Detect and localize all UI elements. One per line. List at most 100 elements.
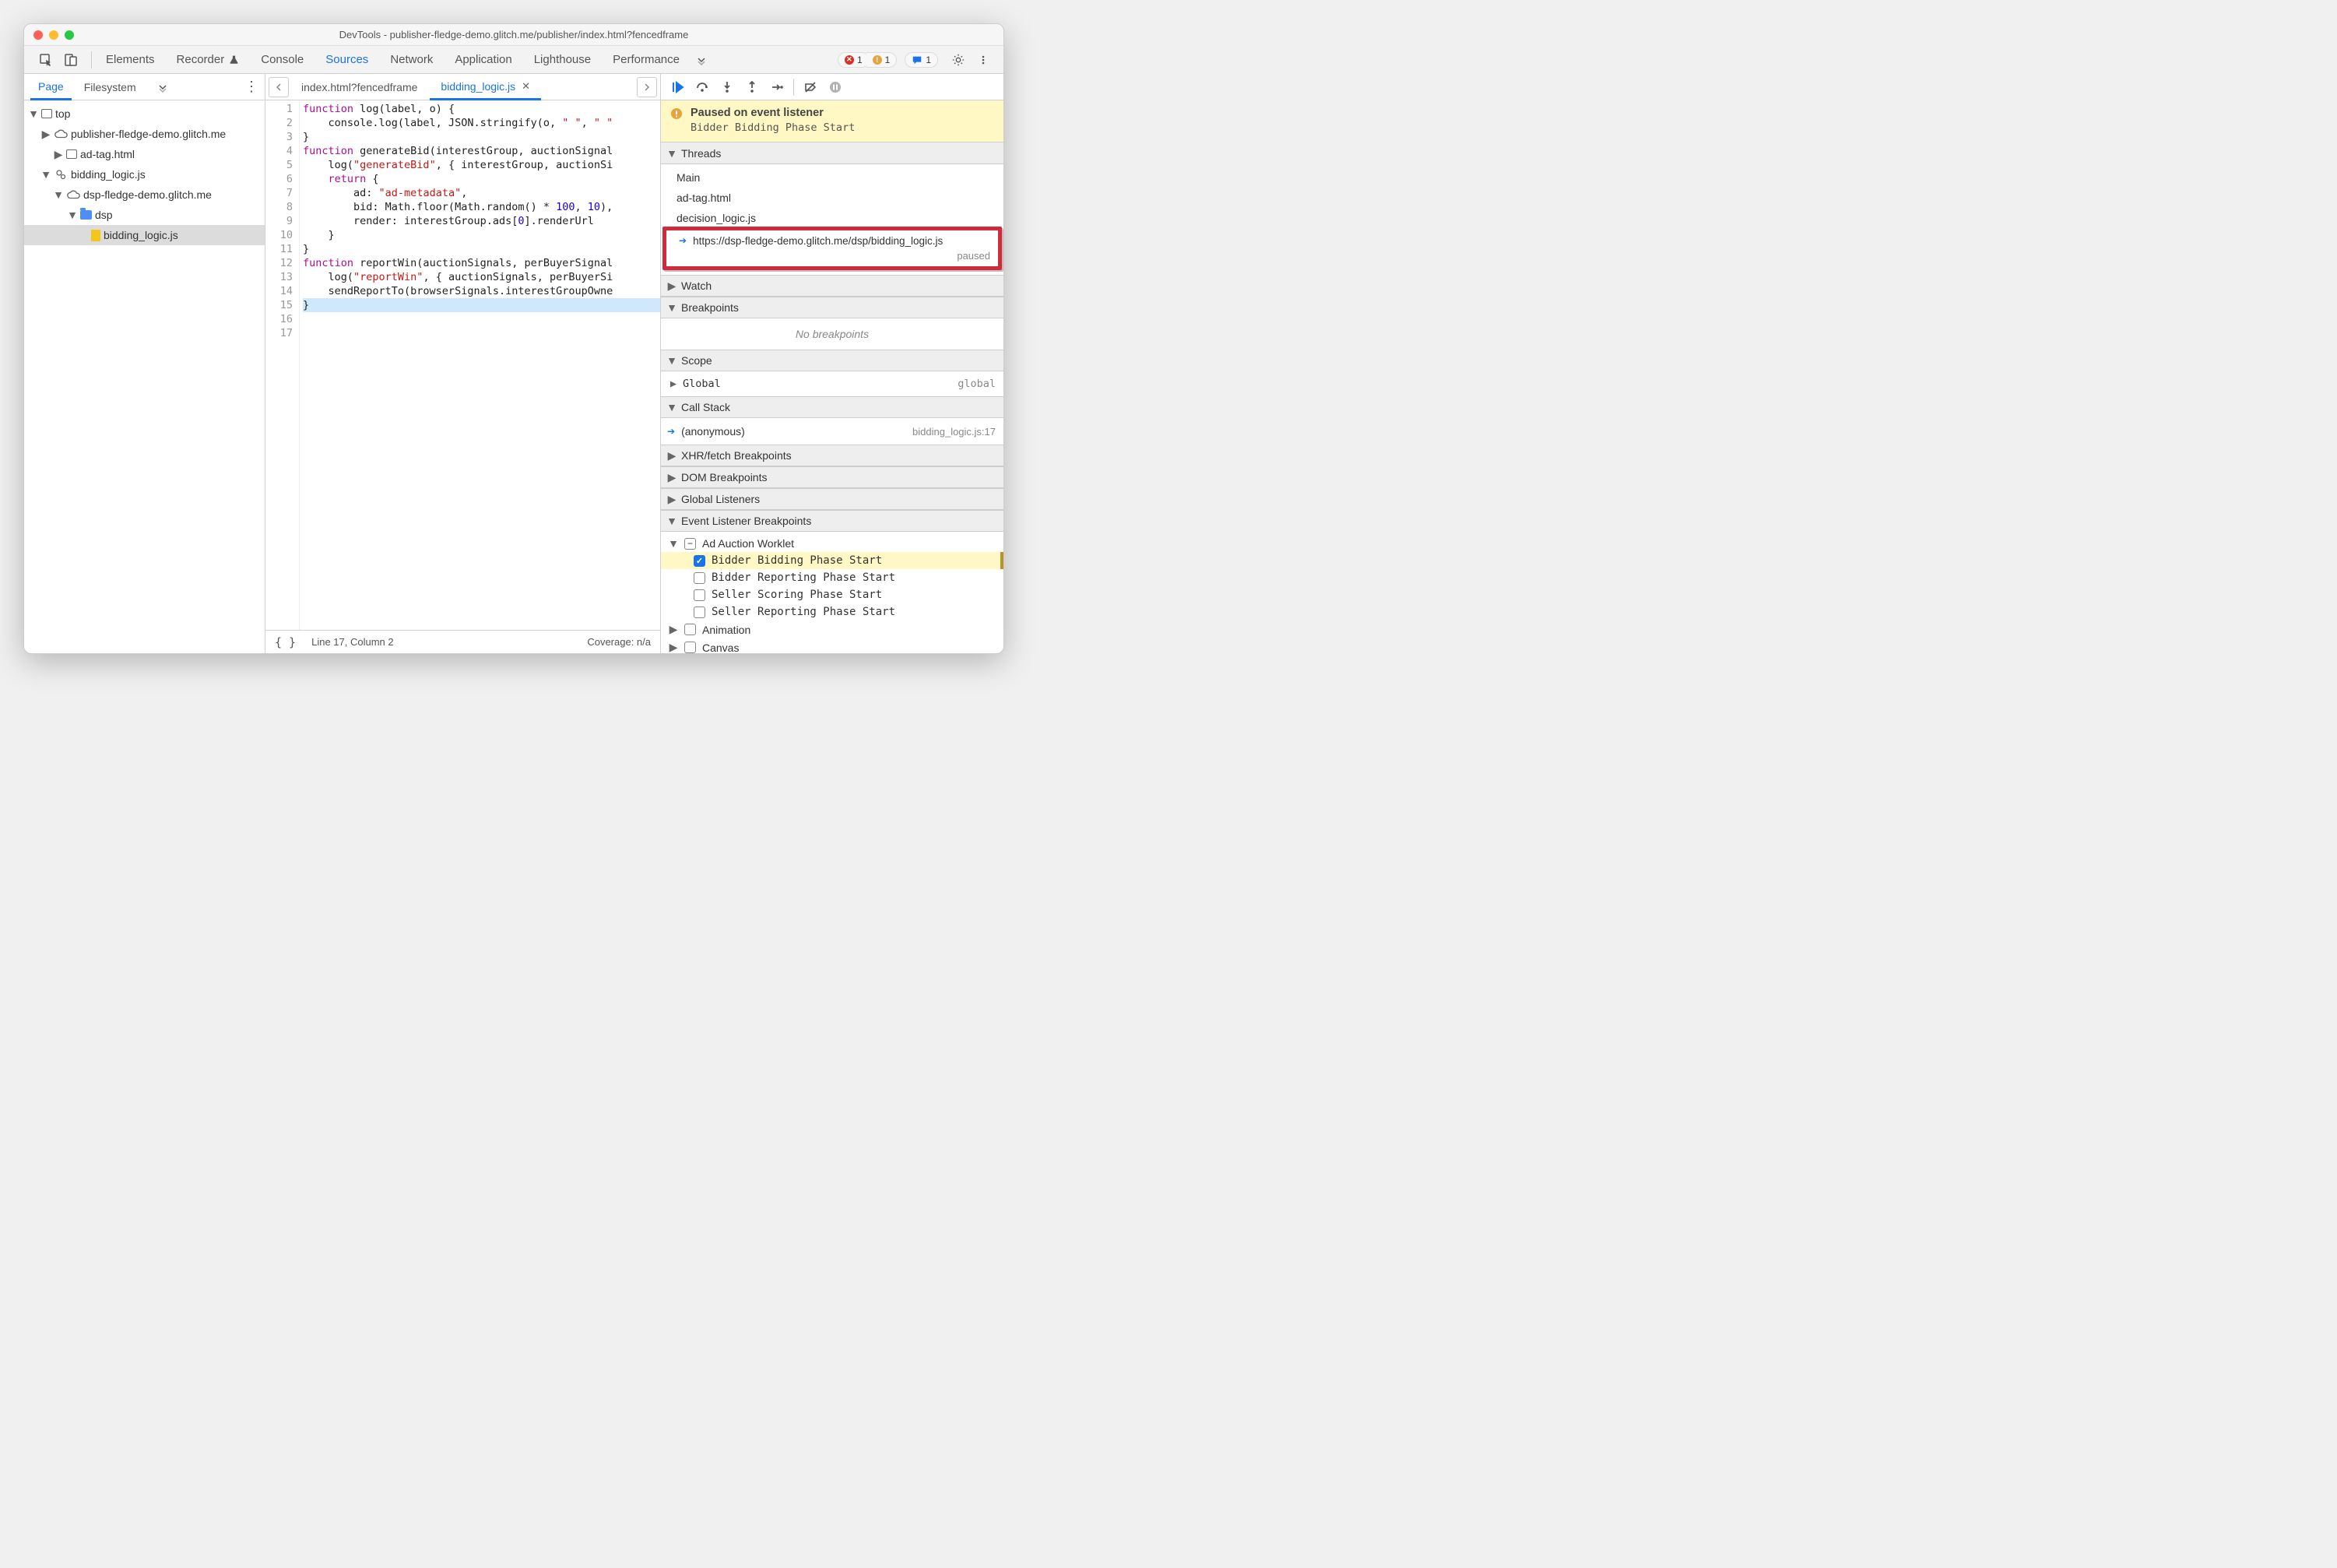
el-category-animation[interactable]: ▶ Animation (661, 621, 1003, 638)
tree-origin-dsp[interactable]: ▼ dsp-fledge-demo.glitch.me (24, 185, 265, 205)
step-over-button[interactable] (691, 76, 714, 98)
js-file-icon (91, 230, 100, 241)
editor-tab-bidding-logic[interactable]: bidding_logic.js ✕ (430, 75, 541, 100)
errors-badge[interactable]: ✕1 (838, 52, 870, 68)
editor-tabs: index.html?fencedframe bidding_logic.js … (265, 74, 660, 100)
checkbox-indeterminate[interactable]: − (684, 538, 696, 550)
section-watch[interactable]: ▶Watch (661, 275, 1003, 297)
navigator-tabs: Page Filesystem ⋮ (24, 74, 265, 100)
tab-network[interactable]: Network (379, 46, 444, 73)
tree-worklet[interactable]: ▼ bidding_logic.js (24, 164, 265, 185)
issues-badge[interactable]: 1 (905, 52, 938, 68)
tab-recorder[interactable]: Recorder (166, 46, 251, 73)
warning-icon (670, 107, 683, 134)
thread-decision-logic[interactable]: decision_logic.js (661, 208, 1003, 228)
tree-frame-top[interactable]: ▼ top (24, 104, 265, 124)
checkbox-checked[interactable]: ✓ (694, 555, 705, 567)
thread-main[interactable]: Main (661, 167, 1003, 188)
coverage-status: Coverage: n/a (587, 636, 651, 648)
frame-icon (41, 109, 52, 118)
paused-subtitle: Bidder Bidding Phase Start (691, 121, 855, 134)
thread-status: paused (679, 250, 990, 262)
deactivate-breakpoints-button[interactable] (799, 76, 822, 98)
tree-file-bidding-logic[interactable]: bidding_logic.js (24, 225, 265, 245)
el-item-bidder-reporting-start[interactable]: Bidder Reporting Phase Start (661, 569, 1003, 586)
el-item-bidder-bidding-start[interactable]: ✓ Bidder Bidding Phase Start (661, 552, 1003, 569)
navigator-menu-icon[interactable]: ⋮ (244, 79, 258, 95)
thread-url: https://dsp-fledge-demo.glitch.me/dsp/bi… (693, 235, 943, 247)
section-dom-breakpoints[interactable]: ▶DOM Breakpoints (661, 466, 1003, 488)
more-tabs-icon[interactable] (691, 49, 712, 71)
thread-adtag[interactable]: ad-tag.html (661, 188, 1003, 208)
navigator-more-icon[interactable] (152, 76, 174, 98)
flask-icon (229, 54, 239, 65)
close-window-button[interactable] (33, 30, 43, 40)
thread-selected[interactable]: ➔ https://dsp-fledge-demo.glitch.me/dsp/… (662, 227, 1002, 270)
paused-title: Paused on event listener (691, 107, 855, 119)
section-callstack[interactable]: ▼Call Stack (661, 396, 1003, 418)
current-thread-arrow-icon: ➔ (679, 235, 687, 246)
inspect-element-icon[interactable] (35, 49, 57, 71)
tab-console[interactable]: Console (250, 46, 315, 73)
tab-application[interactable]: Application (444, 46, 522, 73)
el-item-seller-scoring-start[interactable]: Seller Scoring Phase Start (661, 586, 1003, 603)
step-into-button[interactable] (715, 76, 739, 98)
step-button[interactable] (765, 76, 789, 98)
line-gutter: 1234567891011121314151617 (265, 100, 300, 630)
device-toolbar-icon[interactable] (60, 49, 82, 71)
checkbox-unchecked[interactable] (694, 606, 705, 618)
debugger-toolbar (661, 74, 1003, 100)
minimize-window-button[interactable] (49, 30, 58, 40)
gears-icon (54, 167, 68, 181)
tab-elements[interactable]: Elements (95, 46, 166, 73)
threads-list: Main ad-tag.html decision_logic.js ➔ htt… (661, 164, 1003, 275)
tree-folder-dsp[interactable]: ▼ dsp (24, 205, 265, 225)
section-global-listeners[interactable]: ▶Global Listeners (661, 488, 1003, 510)
devtools-window: DevTools - publisher-fledge-demo.glitch.… (23, 23, 1004, 654)
main-panel-tabs: Elements Recorder Console Sources Networ… (24, 46, 1003, 74)
debugger-panel: Paused on event listener Bidder Bidding … (661, 74, 1003, 653)
el-category-canvas[interactable]: ▶ Canvas (661, 638, 1003, 653)
el-category-ad-auction[interactable]: ▼ − Ad Auction Worklet (661, 535, 1003, 552)
file-tree: ▼ top ▶ publisher-fledge-demo.glitch.me … (24, 100, 265, 653)
editor-panel: index.html?fencedframe bidding_logic.js … (265, 74, 661, 653)
pretty-print-icon[interactable]: { } (275, 635, 296, 649)
section-scope[interactable]: ▼Scope (661, 350, 1003, 371)
step-out-button[interactable] (740, 76, 764, 98)
nav-back-button[interactable] (269, 77, 289, 97)
checkbox-unchecked[interactable] (694, 572, 705, 584)
tab-performance[interactable]: Performance (602, 46, 691, 73)
maximize-window-button[interactable] (65, 30, 74, 40)
tab-filesystem[interactable]: Filesystem (76, 74, 144, 100)
section-event-listener-breakpoints[interactable]: ▼Event Listener Breakpoints (661, 510, 1003, 532)
resume-button[interactable] (666, 76, 689, 98)
el-item-seller-reporting-start[interactable]: Seller Reporting Phase Start (661, 603, 1003, 621)
tab-page[interactable]: Page (30, 75, 72, 100)
current-frame-arrow-icon: ➔ (667, 426, 675, 437)
checkbox-unchecked[interactable] (694, 589, 705, 601)
nav-forward-button[interactable] (637, 77, 657, 97)
tab-lighthouse[interactable]: Lighthouse (523, 46, 602, 73)
warnings-badge[interactable]: !1 (866, 52, 898, 68)
code-editor[interactable]: 1234567891011121314151617 function log(l… (265, 100, 660, 630)
editor-tab-index[interactable]: index.html?fencedframe (290, 74, 428, 100)
section-breakpoints[interactable]: ▼Breakpoints (661, 297, 1003, 318)
section-threads[interactable]: ▼Threads (661, 142, 1003, 164)
section-xhr-breakpoints[interactable]: ▶XHR/fetch Breakpoints (661, 445, 1003, 466)
checkbox-unchecked[interactable] (684, 642, 696, 653)
titlebar: DevTools - publisher-fledge-demo.glitch.… (24, 24, 1003, 46)
checkbox-unchecked[interactable] (684, 624, 696, 635)
editor-statusbar: { } Line 17, Column 2 Coverage: n/a (265, 630, 660, 653)
cloud-icon (66, 188, 80, 202)
code-body[interactable]: function log(label, o) { console.log(lab… (300, 100, 660, 630)
kebab-menu-icon[interactable] (972, 49, 994, 71)
tab-sources[interactable]: Sources (315, 46, 379, 73)
tree-origin-publisher[interactable]: ▶ publisher-fledge-demo.glitch.me (24, 124, 265, 144)
navigator-panel: Page Filesystem ⋮ ▼ top ▶ publisher-fled… (24, 74, 265, 653)
tree-file-adtag[interactable]: ▶ ad-tag.html (24, 144, 265, 164)
call-frame[interactable]: ➔ (anonymous) bidding_logic.js:17 (661, 421, 1003, 441)
scope-global-row[interactable]: ▶Global global (661, 374, 1003, 393)
pause-on-exceptions-button[interactable] (824, 76, 847, 98)
close-tab-icon[interactable]: ✕ (522, 80, 530, 93)
settings-icon[interactable] (947, 49, 969, 71)
